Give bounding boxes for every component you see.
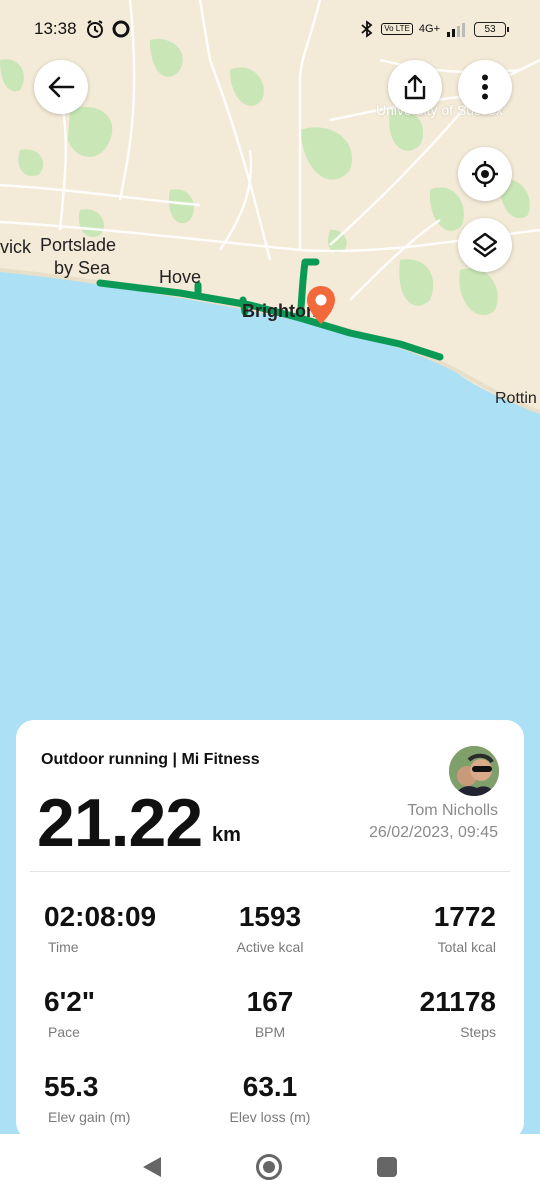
stat-label: Active kcal (236, 939, 304, 955)
stat-pace: 6'2" Pace (44, 986, 204, 1040)
avatar[interactable] (449, 746, 499, 796)
stat-steps: 21178 Steps (336, 986, 496, 1040)
workout-title: Outdoor running | Mi Fitness (41, 751, 260, 768)
stat-label: Steps (460, 1024, 496, 1040)
status-bar: 13:38 Vo LTE 4G+ 53 (0, 0, 540, 58)
ring-icon (112, 20, 130, 38)
share-icon (404, 74, 426, 100)
arrow-left-icon (48, 76, 75, 98)
map-label-portslade: Portslade (40, 235, 117, 255)
stat-value: 167 (246, 986, 294, 1017)
nav-recents-icon[interactable] (377, 1157, 397, 1177)
volte-badge: Vo LTE (381, 23, 413, 35)
map-label-vick: vick (0, 237, 31, 257)
more-options-button[interactable] (458, 60, 512, 114)
stat-label: Pace (48, 1024, 80, 1040)
signal-icon (447, 23, 465, 37)
battery-indicator: 53 (474, 21, 509, 37)
location-pin-icon (307, 286, 335, 324)
status-time: 13:38 (34, 19, 77, 38)
stat-label: Total kcal (437, 939, 496, 955)
workout-datetime: 26/02/2023, 09:45 (368, 824, 498, 841)
stat-total-kcal: 1772 Total kcal (336, 901, 496, 955)
bluetooth-icon (361, 20, 373, 38)
locate-icon (472, 161, 498, 187)
stat-value: 1593 (238, 901, 302, 932)
stat-elev-gain: 55.3 Elev gain (m) (44, 1071, 204, 1125)
map-label-hove: Hove (159, 267, 202, 287)
system-navigation-bar (0, 1134, 540, 1200)
stat-bpm: 167 BPM (190, 986, 350, 1040)
layers-button[interactable] (458, 218, 512, 272)
stat-label: Time (48, 939, 79, 955)
stat-value: 6'2" (44, 986, 96, 1017)
stat-label: Elev gain (m) (48, 1109, 131, 1125)
stat-elev-loss: 63.1 Elev loss (m) (190, 1071, 350, 1125)
stat-value: 1772 (433, 901, 496, 932)
nav-back-icon[interactable] (143, 1157, 161, 1177)
distance-unit: km (212, 824, 241, 846)
stat-value: 02:08:09 (44, 901, 157, 932)
alarm-icon (86, 20, 103, 38)
layers-icon (472, 232, 498, 258)
divider (30, 871, 510, 872)
back-button[interactable] (34, 60, 88, 114)
map-label-rottin: Rottin (495, 390, 537, 407)
stat-value: 55.3 (44, 1071, 99, 1102)
locate-button[interactable] (458, 147, 512, 201)
more-vertical-icon (482, 74, 488, 100)
distance-value: 21.22 (37, 785, 203, 861)
avatar-photo (449, 746, 499, 796)
stat-value: 63.1 (242, 1071, 298, 1102)
stat-value: 21178 (419, 986, 496, 1017)
stat-label: BPM (254, 1024, 286, 1040)
network-type: 4G+ (418, 23, 440, 35)
map-label-by-sea: by Sea (54, 258, 111, 278)
workout-summary-card: Outdoor running | Mi Fitness 21.22 km To… (16, 720, 524, 1140)
share-button[interactable] (388, 60, 442, 114)
stat-label: Elev loss (m) (229, 1109, 311, 1125)
user-name: Tom Nicholls (407, 802, 498, 819)
nav-home-icon[interactable] (256, 1154, 282, 1180)
stat-time: 02:08:09 Time (44, 901, 204, 955)
stat-active-kcal: 1593 Active kcal (190, 901, 350, 955)
